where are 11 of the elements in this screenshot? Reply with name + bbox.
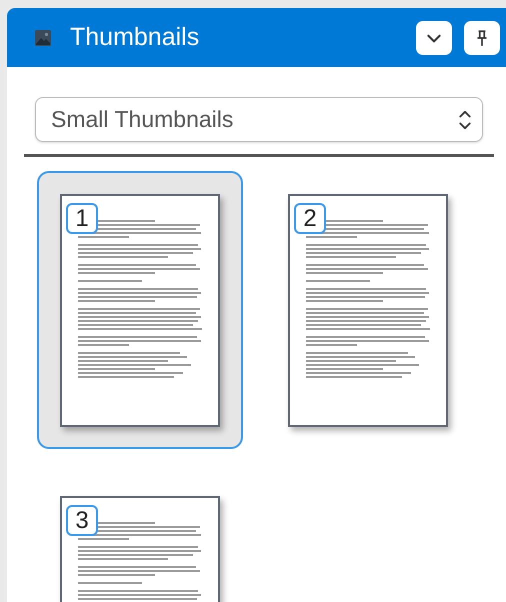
image-icon [35, 30, 51, 46]
panel-title: Thumbnails [70, 23, 200, 52]
page-number-badge: 1 [66, 203, 98, 234]
view-select[interactable]: Small Thumbnails [35, 97, 483, 142]
thumbnail-item[interactable]: 1 [37, 171, 243, 449]
thumbnail-item[interactable]: 3 [37, 473, 243, 602]
page-number-badge: 2 [294, 203, 326, 234]
page-number-badge: 3 [66, 505, 98, 536]
collapse-button[interactable] [416, 20, 452, 54]
thumbnail-item[interactable]: 2 [265, 171, 471, 449]
pin-button[interactable] [464, 20, 500, 54]
